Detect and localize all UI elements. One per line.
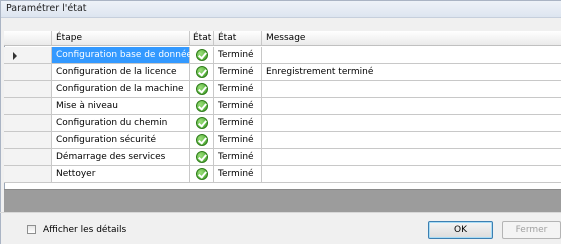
green-check-icon: [196, 134, 208, 146]
cell-status-icon: [190, 149, 214, 166]
dialog-titlebar: Paramétrer l'état: [1, 1, 561, 18]
cell-message[interactable]: [262, 115, 561, 132]
green-check-icon: [196, 49, 208, 61]
cell-status-icon: [190, 64, 214, 81]
cell-step[interactable]: Mise à niveau: [52, 98, 190, 115]
table-row[interactable]: Configuration base de données Terminé: [4, 47, 561, 64]
column-header-step[interactable]: Étape: [52, 31, 190, 46]
current-row-arrow-icon: [13, 52, 17, 60]
cell-message[interactable]: [262, 98, 561, 115]
close-button[interactable]: Fermer: [502, 221, 561, 239]
row-header[interactable]: [4, 166, 52, 183]
cell-status-icon: [190, 47, 214, 64]
table-row[interactable]: Nettoyer Terminé: [4, 166, 561, 183]
cell-status[interactable]: Terminé: [214, 47, 262, 64]
cell-status-icon: [190, 81, 214, 98]
footer-divider: [0, 212, 561, 213]
column-header-message[interactable]: Message: [262, 31, 561, 46]
ok-button[interactable]: OK: [428, 221, 493, 239]
cell-message[interactable]: [262, 81, 561, 98]
column-header-status[interactable]: État: [214, 31, 262, 46]
row-header[interactable]: [4, 81, 52, 98]
cell-message[interactable]: [262, 166, 561, 183]
cell-status-icon: [190, 166, 214, 183]
cell-status[interactable]: Terminé: [214, 149, 262, 166]
cell-status[interactable]: Terminé: [214, 64, 262, 81]
cell-status[interactable]: Terminé: [214, 98, 262, 115]
row-header[interactable]: [4, 47, 52, 64]
cell-step[interactable]: Configuration de la machine: [52, 81, 190, 98]
cell-step[interactable]: Démarrage des services: [52, 149, 190, 166]
green-check-icon: [196, 117, 208, 129]
row-header[interactable]: [4, 115, 52, 132]
dialog-title: Paramétrer l'état: [6, 3, 87, 14]
cell-message[interactable]: Enregistrement terminé: [262, 64, 561, 81]
row-header-column: [4, 31, 52, 46]
row-header[interactable]: [4, 149, 52, 166]
cell-status[interactable]: Terminé: [214, 81, 262, 98]
table-row[interactable]: Configuration de la licence Terminé Enre…: [4, 64, 561, 81]
cell-status-icon: [190, 115, 214, 132]
cell-status-icon: [190, 98, 214, 115]
green-check-icon: [196, 83, 208, 95]
row-header[interactable]: [4, 64, 52, 81]
cell-message[interactable]: [262, 47, 561, 64]
green-check-icon: [196, 66, 208, 78]
green-check-icon: [196, 100, 208, 112]
cell-status[interactable]: Terminé: [214, 132, 262, 149]
cell-message[interactable]: [262, 149, 561, 166]
green-check-icon: [196, 151, 208, 163]
grid-empty-area: [4, 189, 561, 213]
cell-step[interactable]: Configuration sécurité: [52, 132, 190, 149]
table-row[interactable]: Configuration de la machine Terminé: [4, 81, 561, 98]
green-check-icon: [196, 168, 208, 180]
table-row[interactable]: Mise à niveau Terminé: [4, 98, 561, 115]
table-row[interactable]: Configuration sécurité Terminé: [4, 132, 561, 149]
cell-step[interactable]: Configuration de la licence: [52, 64, 190, 81]
cell-status[interactable]: Terminé: [214, 166, 262, 183]
row-header[interactable]: [4, 132, 52, 149]
cell-status-icon: [190, 132, 214, 149]
cell-status[interactable]: Terminé: [214, 115, 262, 132]
show-details-label[interactable]: Afficher les détails: [43, 225, 126, 235]
column-header-status-icon[interactable]: État: [190, 31, 214, 46]
table-row[interactable]: Démarrage des services Terminé: [4, 149, 561, 166]
cell-step[interactable]: Nettoyer: [52, 166, 190, 183]
row-header[interactable]: [4, 98, 52, 115]
cell-step[interactable]: Configuration base de données: [52, 47, 197, 64]
cell-step[interactable]: Configuration du chemin: [52, 115, 190, 132]
show-details-checkbox[interactable]: [27, 225, 36, 234]
table-row[interactable]: Configuration du chemin Terminé: [4, 115, 561, 132]
cell-message[interactable]: [262, 132, 561, 149]
